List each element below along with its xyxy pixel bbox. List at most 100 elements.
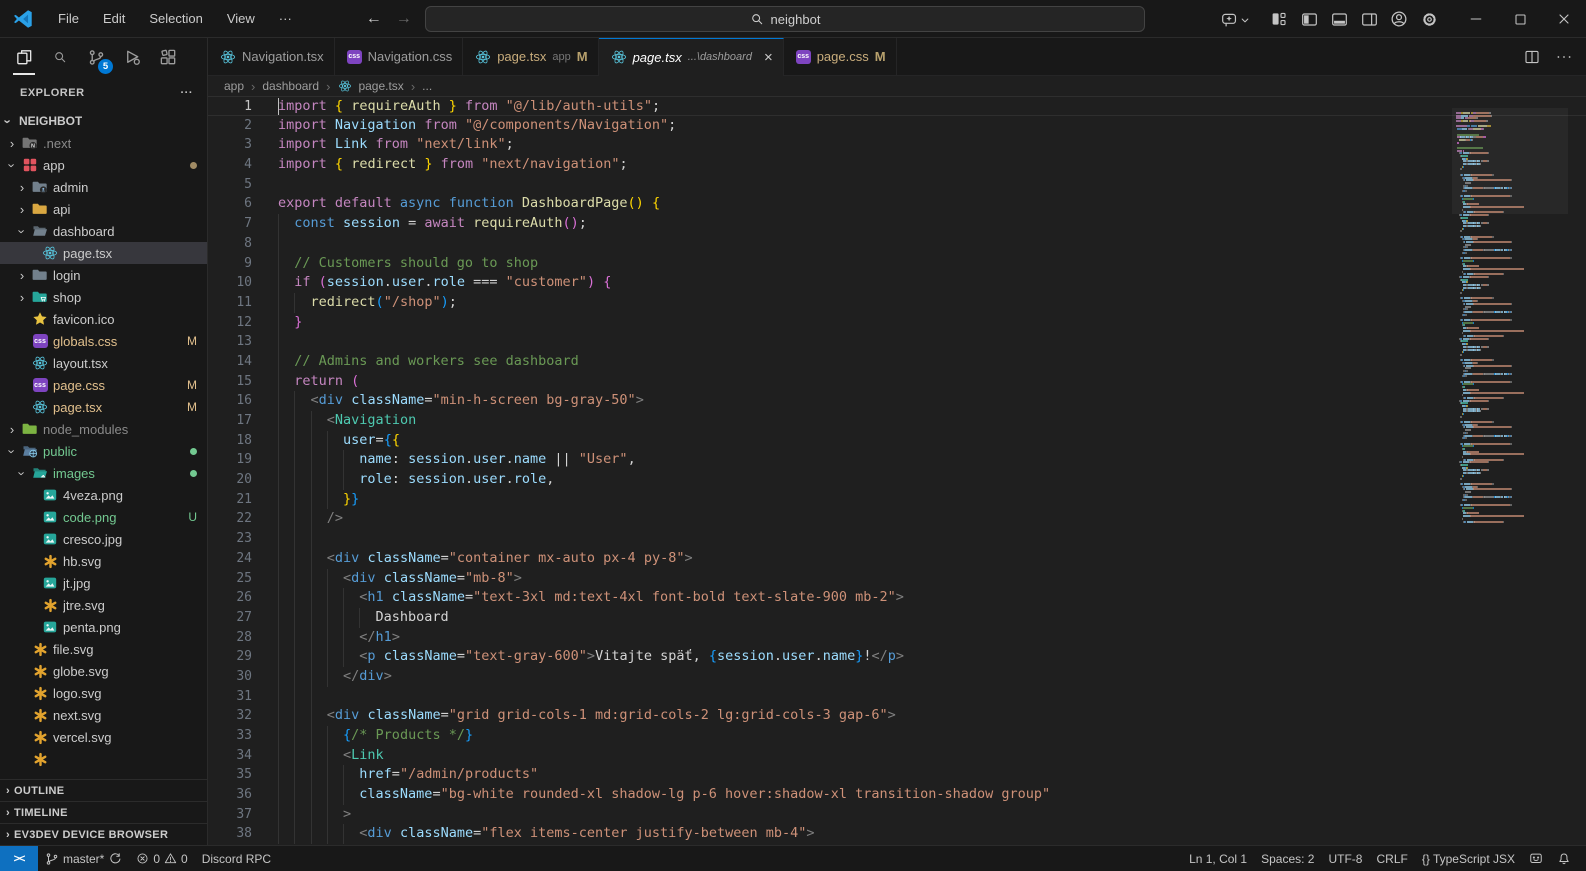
react-icon — [339, 79, 353, 93]
code-line: 14 // Admins and workers see dashboard — [208, 352, 1586, 372]
tree-item-4veza-png[interactable]: 4veza.png — [0, 484, 207, 506]
status-utf-8[interactable]: UTF-8 — [1321, 846, 1369, 871]
tree-item-admin[interactable]: › admin — [0, 176, 207, 198]
account-button[interactable] — [1384, 10, 1414, 28]
menu-file[interactable]: File — [48, 7, 89, 30]
activity-extensions[interactable] — [150, 39, 186, 75]
tree-item--next[interactable]: ›N .next — [0, 132, 207, 154]
activity-run-debug[interactable] — [114, 39, 150, 75]
activity-explorer[interactable] — [6, 39, 42, 75]
code-line: 31 — [208, 687, 1586, 707]
git-branch[interactable]: master* — [38, 846, 129, 871]
menu-overflow[interactable]: ··· — [269, 7, 302, 30]
status-crlf[interactable]: CRLF — [1369, 846, 1414, 871]
status-spaces-2[interactable]: Spaces: 2 — [1254, 846, 1321, 871]
tree-item-label: vercel.svg — [53, 730, 112, 745]
activity-search[interactable] — [42, 39, 78, 75]
back-button[interactable]: ← — [366, 10, 382, 28]
settings-button[interactable] — [1414, 11, 1444, 28]
tree-item-globals-css[interactable]: css globals.cssM — [0, 330, 207, 352]
tree-item-hb-svg[interactable]: hb.svg — [0, 550, 207, 572]
code-line: 8 — [208, 234, 1586, 254]
layout-customize-button[interactable] — [1264, 11, 1294, 27]
tree-item-file-svg[interactable]: file.svg — [0, 638, 207, 660]
tree-item-shop[interactable]: › shop — [0, 286, 207, 308]
tab-page-css[interactable]: css page.css M — [784, 38, 897, 75]
tree-item-node-modules[interactable]: › node_modules — [0, 418, 207, 440]
section-ev3dev-device-browser[interactable]: ›EV3DEV DEVICE BROWSER — [0, 823, 207, 845]
section-timeline[interactable]: ›TIMELINE — [0, 801, 207, 823]
file-icon — [30, 201, 50, 217]
tree-item-page-css[interactable]: css page.cssM — [0, 374, 207, 396]
explorer-more-button[interactable]: ··· — [181, 87, 194, 99]
status-discord-rpc[interactable]: Discord RPC — [195, 846, 278, 871]
tree-item-dashboard[interactable]: › dashboard — [0, 220, 207, 242]
code-editor[interactable]: 1import { requireAuth } from "@/lib/auth… — [208, 96, 1586, 845]
menu-selection[interactable]: Selection — [139, 7, 212, 30]
panel-left-button[interactable] — [1294, 11, 1324, 28]
panel-bottom-button[interactable] — [1324, 11, 1354, 28]
file-icon — [40, 619, 60, 635]
tree-item-page-tsx[interactable]: page.tsx — [0, 242, 207, 264]
editor-more-button[interactable] — [1556, 49, 1572, 65]
modified-dot — [190, 158, 197, 172]
tree-item-cresco-jpg[interactable]: cresco.jpg — [0, 528, 207, 550]
tree-item-next-svg[interactable]: next.svg — [0, 704, 207, 726]
split-editor-button[interactable] — [1524, 49, 1540, 65]
bell-button[interactable] — [1550, 846, 1578, 871]
activity-source-control[interactable]: 5 — [78, 39, 114, 75]
line-number: 16 — [208, 391, 252, 411]
tab-label: Navigation.tsx — [242, 49, 324, 64]
code-line: 36 className="bg-white rounded-xl shadow… — [208, 785, 1586, 805]
tree-item-app[interactable]: › app — [0, 154, 207, 176]
close-tab-icon[interactable]: × — [764, 49, 773, 66]
tree-item-layout-tsx[interactable]: layout.tsx — [0, 352, 207, 374]
tab-navigation-css[interactable]: css Navigation.css — [335, 38, 464, 75]
minimap[interactable] — [1456, 112, 1564, 523]
line-number: 30 — [208, 667, 252, 687]
forward-button[interactable]: → — [396, 10, 412, 28]
tree-item-vercel-svg[interactable]: vercel.svg — [0, 726, 207, 748]
branch-icon — [45, 852, 59, 866]
problems[interactable]: 00 — [129, 846, 194, 871]
tree-item-penta-png[interactable]: penta.png — [0, 616, 207, 638]
chevron-icon: › — [14, 180, 30, 195]
panel-right-button[interactable] — [1354, 11, 1384, 28]
tab-navigation-tsx[interactable]: Navigation.tsx — [208, 38, 335, 75]
tab-page-tsx[interactable]: page.tsx ...\dashboard × — [599, 38, 784, 75]
file-icon — [30, 465, 50, 481]
tree-item-label: api — [53, 202, 70, 217]
command-center-search[interactable]: neighbot — [425, 6, 1145, 32]
close-window-button[interactable] — [1542, 0, 1586, 38]
breadcrumb-item[interactable]: dashboard — [262, 79, 319, 93]
tree-item-jtre-svg[interactable]: jtre.svg — [0, 594, 207, 616]
feedback-button[interactable] — [1522, 846, 1550, 871]
tree-item-favicon-ico[interactable]: favicon.ico — [0, 308, 207, 330]
breadcrumb-item[interactable]: app — [224, 79, 244, 93]
text-cursor — [278, 98, 280, 115]
breadcrumb-item[interactable]: page.tsx — [337, 78, 403, 94]
status-{}-typescript-jsx[interactable]: {} TypeScript JSX — [1415, 846, 1522, 871]
tree-item-code-png[interactable]: code.pngU — [0, 506, 207, 528]
section-outline[interactable]: ›OUTLINE — [0, 779, 207, 801]
tree-item-page-tsx[interactable]: page.tsxM — [0, 396, 207, 418]
tree-item-logo-svg[interactable]: logo.svg — [0, 682, 207, 704]
menu-view[interactable]: View — [217, 7, 265, 30]
tree-item-api[interactable]: › api — [0, 198, 207, 220]
code-line: 35 href="/admin/products" — [208, 765, 1586, 785]
tree-item-partial[interactable] — [0, 748, 207, 770]
tree-item-public[interactable]: › public — [0, 440, 207, 462]
status-ln-1-col-1[interactable]: Ln 1, Col 1 — [1182, 846, 1254, 871]
tree-item-jt-jpg[interactable]: jt.jpg — [0, 572, 207, 594]
tree-item-images[interactable]: › images — [0, 462, 207, 484]
minimize-button[interactable] — [1454, 0, 1498, 38]
breadcrumb-item[interactable]: ... — [422, 79, 432, 93]
menu-edit[interactable]: Edit — [93, 7, 135, 30]
tree-item-login[interactable]: › login — [0, 264, 207, 286]
maximize-button[interactable] — [1498, 0, 1542, 38]
copilot-button[interactable] — [1221, 11, 1250, 28]
remote-indicator[interactable]: >< — [0, 846, 38, 871]
tree-root[interactable]: › NEIGHBOT — [0, 110, 207, 132]
tree-item-globe-svg[interactable]: globe.svg — [0, 660, 207, 682]
tab-page-tsx[interactable]: page.tsx app M — [463, 38, 598, 75]
